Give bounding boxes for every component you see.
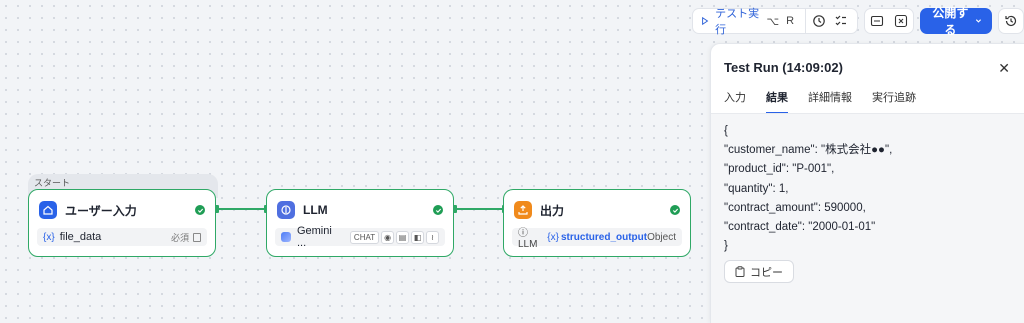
publish-label: 公開する <box>932 6 969 37</box>
result-line: "contract_date": "2000-01-01" <box>724 221 876 234</box>
variable-icon[interactable] <box>889 9 913 33</box>
result-line: "product_id": "P-001", <box>724 163 835 176</box>
document-icon: ▤ <box>396 230 410 244</box>
check-icon <box>670 205 680 215</box>
variable-type: Object <box>647 231 676 243</box>
result-json: { "customer_name": "株式会社●●", "product_id":… <box>724 122 892 256</box>
home-icon <box>39 201 57 219</box>
node-title: LLM <box>303 203 328 217</box>
history-button[interactable] <box>998 8 1024 34</box>
node-title: 出力 <box>540 203 565 218</box>
output-variable-row: ⓘ LLM {x} structured_output Object <box>512 228 682 250</box>
audio-icon: ≀ <box>426 230 439 244</box>
output-icon <box>514 201 532 219</box>
llm-node[interactable]: LLM Gemini ... CHAT ◉ ▤ ◧ ≀ <box>266 189 454 257</box>
env-icon[interactable] <box>865 9 889 33</box>
node-title: ユーザー入力 <box>65 203 137 218</box>
result-line: { <box>724 125 728 137</box>
variable-icon: {x} <box>43 231 55 243</box>
panel-title: Test Run (14:09:02) <box>724 60 843 75</box>
result-line: } <box>724 240 728 253</box>
chevron-down-icon <box>975 19 982 23</box>
result-line: "quantity": 1, <box>724 182 789 195</box>
shortcut-key-r: R <box>786 15 795 27</box>
result-area: { "customer_name": "株式会社●●", "product_id":… <box>711 114 1024 323</box>
publish-button[interactable]: 公開する <box>919 6 992 37</box>
check-icon <box>433 205 443 215</box>
tab-details[interactable]: 詳細情報 <box>808 89 852 114</box>
result-line: "customer_name": "株式会社●●", <box>724 144 893 157</box>
edge-connector <box>456 208 504 210</box>
clipboard-icon <box>735 266 745 277</box>
input-variable-row: {x} file_data 必須 <box>37 228 207 246</box>
source-node-label: ⓘ LLM <box>518 228 538 250</box>
document-icon <box>193 232 201 242</box>
tab-result[interactable]: 結果 <box>766 89 788 114</box>
user-input-node[interactable]: ユーザー入力 {x} file_data 必須 <box>28 189 216 257</box>
variable-name: file_data <box>59 231 102 243</box>
tab-input[interactable]: 入力 <box>724 89 746 114</box>
tab-trace[interactable]: 実行追跡 <box>872 89 916 114</box>
copy-button[interactable]: コピー <box>724 260 794 283</box>
check-icon <box>195 205 205 215</box>
required-badge: 必須 <box>170 232 189 243</box>
model-name: Gemini ... <box>296 225 332 249</box>
top-toolbar: テスト実行 ⌥ R 公開する <box>692 6 1024 37</box>
llm-icon <box>277 201 295 219</box>
close-icon[interactable]: ✕ <box>998 60 1010 77</box>
panel-tabs: 入力 結果 詳細情報 実行追跡 <box>724 89 916 114</box>
chat-tag: CHAT <box>349 230 380 244</box>
test-run-panel: Test Run (14:09:02) ✕ 入力 結果 詳細情報 実行追跡 { "… <box>710 43 1024 323</box>
model-row: Gemini ... CHAT ◉ ▤ ◧ ≀ <box>275 225 445 249</box>
play-icon <box>702 16 709 26</box>
edge-connector <box>218 208 266 210</box>
vision-icon: ◉ <box>381 230 395 244</box>
test-run-button[interactable]: テスト実行 ⌥ R <box>692 8 858 36</box>
output-node[interactable]: 出力 ⓘ LLM {x} structured_output Object <box>503 189 691 257</box>
variable-icon: {x} <box>547 231 559 243</box>
variable-name: structured_output <box>560 231 648 243</box>
gemini-icon <box>281 232 291 242</box>
tools-icon: ◧ <box>411 230 425 244</box>
history-icon <box>999 9 1023 33</box>
test-run-label: テスト実行 <box>715 8 760 36</box>
checklist-icon[interactable] <box>831 9 850 33</box>
preview-check-icon[interactable] <box>809 9 828 33</box>
result-line: "contract_amount": 590000, <box>724 201 866 214</box>
shortcut-key-option: ⌥ <box>766 15 780 28</box>
copy-label: コピー <box>750 266 783 279</box>
env-group <box>863 8 914 34</box>
